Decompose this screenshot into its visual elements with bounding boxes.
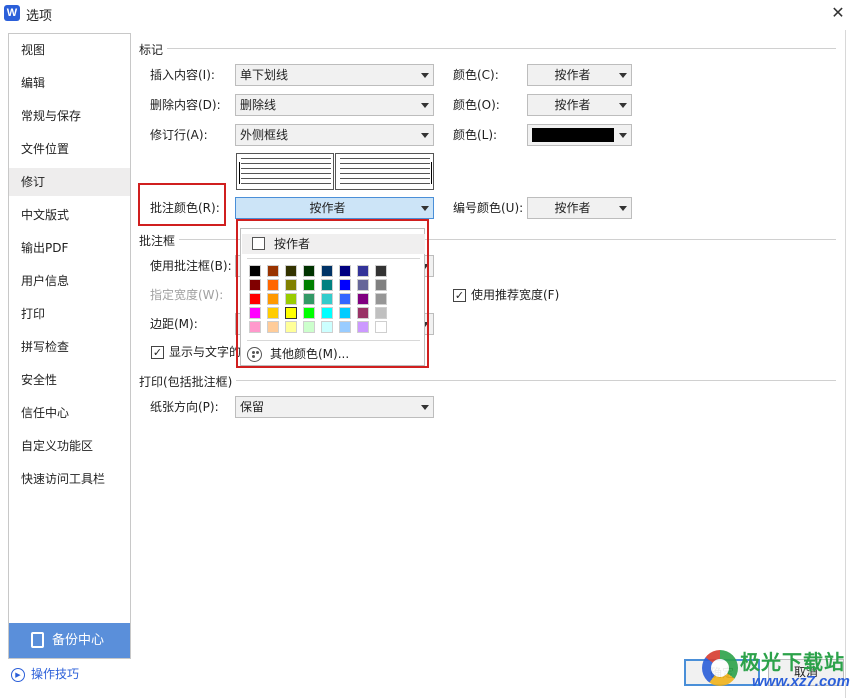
chevron-down-icon (421, 405, 429, 410)
wps-writer-icon: W (4, 5, 20, 21)
sidebar-item-user-info[interactable]: 用户信息 (9, 267, 130, 295)
revline-style-value: 外侧框线 (240, 128, 289, 142)
sidebar-item-edit[interactable]: 编辑 (9, 69, 130, 97)
orientation-dropdown[interactable]: 保留 (235, 396, 434, 418)
backup-center-label: 备份中心 (52, 633, 105, 648)
revline-color-label: 颜色(L): (453, 128, 498, 142)
comment-color-label: 批注颜色(R): (150, 201, 220, 215)
insert-color-dropdown[interactable]: 按作者 (527, 64, 632, 86)
chevron-down-icon (619, 73, 627, 78)
watermark-text: 极光下载站 (740, 650, 845, 674)
width-label: 指定宽度(W): (150, 288, 224, 302)
insert-label: 插入内容(I): (150, 68, 215, 82)
orientation-label: 纸张方向(P): (150, 400, 219, 414)
sidebar-item-view[interactable]: 视图 (9, 36, 130, 64)
sidebar-item-chinese-layout[interactable]: 中文版式 (9, 201, 130, 229)
insert-style-dropdown[interactable]: 单下划线 (235, 64, 434, 86)
orientation-value: 保留 (240, 400, 265, 414)
number-color-dropdown[interactable]: 按作者 (527, 197, 632, 219)
sidebar-item-file-locations[interactable]: 文件位置 (9, 135, 130, 163)
chevron-down-icon (421, 206, 429, 211)
sidebar-item-spelling[interactable]: 拼写检查 (9, 333, 130, 361)
show-lines-label: 显示与文字的 (169, 345, 242, 359)
insert-color-label: 颜色(C): (453, 68, 499, 82)
window-title: 选项 (26, 9, 53, 24)
close-icon[interactable]: ✕ (827, 2, 849, 24)
chevron-down-icon (421, 103, 429, 108)
comment-color-dropdown[interactable]: 按作者 (235, 197, 434, 219)
delete-label: 删除内容(D): (150, 98, 221, 112)
sidebar-item-general-save[interactable]: 常规与保存 (9, 102, 130, 130)
title-bar: W 选项 ✕ (0, 0, 855, 28)
backup-icon (31, 632, 44, 648)
sidebar-item-customize-ribbon[interactable]: 自定义功能区 (9, 432, 130, 460)
tips-link[interactable]: ▶ 操作技巧 (11, 666, 79, 682)
delete-color-dropdown[interactable]: 按作者 (527, 94, 632, 116)
insert-color-value: 按作者 (554, 68, 591, 82)
tips-label: 操作技巧 (31, 667, 80, 681)
number-color-label: 编号颜色(U): (453, 201, 524, 215)
chevron-down-icon (421, 133, 429, 138)
recommended-width-checkbox[interactable]: ✓ (453, 289, 466, 302)
delete-color-value: 按作者 (554, 98, 591, 112)
markup-section-title: 标记 (139, 41, 168, 58)
sidebar-item-quick-access-toolbar[interactable]: 快速访问工具栏 (9, 465, 130, 493)
options-sidebar: 视图 编辑 常规与保存 文件位置 修订 中文版式 输出PDF 用户信息 打印 拼… (8, 33, 131, 659)
markup-section-divider (139, 48, 836, 49)
chevron-down-icon (421, 73, 429, 78)
insert-style-value: 单下划线 (240, 68, 289, 82)
chevron-down-icon (619, 103, 627, 108)
comment-color-value: 按作者 (309, 201, 346, 215)
delete-style-value: 删除线 (240, 98, 277, 112)
revline-color-dropdown[interactable] (527, 124, 632, 146)
print-section-divider (139, 380, 836, 381)
sidebar-item-trust-center[interactable]: 信任中心 (9, 399, 130, 427)
sidebar-item-print[interactable]: 打印 (9, 300, 130, 328)
watermark-url: www.xz7.com (752, 673, 850, 690)
revline-label: 修订行(A): (150, 128, 208, 142)
print-section-title: 打印(包括批注框) (139, 373, 237, 390)
popup-highlight (236, 219, 429, 368)
balloons-section-title: 批注框 (139, 232, 180, 249)
preview-left (236, 153, 334, 190)
sidebar-item-track-changes[interactable]: 修订 (9, 168, 130, 196)
revline-color-swatch (532, 128, 614, 142)
delete-color-label: 颜色(O): (453, 98, 500, 112)
preview-right (335, 153, 434, 190)
margin-label: 边距(M): (150, 317, 198, 331)
revline-style-dropdown[interactable]: 外侧框线 (235, 124, 434, 146)
site-watermark: 极光下载站 www.xz7.com (702, 646, 852, 694)
chevron-down-icon (619, 206, 627, 211)
watermark-logo-icon (702, 650, 738, 686)
play-icon: ▶ (11, 667, 25, 682)
delete-style-dropdown[interactable]: 删除线 (235, 94, 434, 116)
recommended-width-label: 使用推荐宽度(F) (471, 288, 560, 302)
window-right-border (845, 30, 846, 698)
chevron-down-icon (619, 133, 627, 138)
sidebar-item-security[interactable]: 安全性 (9, 366, 130, 394)
sidebar-item-export-pdf[interactable]: 输出PDF (9, 234, 130, 262)
use-balloons-label: 使用批注框(B): (150, 259, 232, 273)
number-color-value: 按作者 (554, 201, 591, 215)
show-lines-checkbox[interactable]: ✓ (151, 346, 164, 359)
